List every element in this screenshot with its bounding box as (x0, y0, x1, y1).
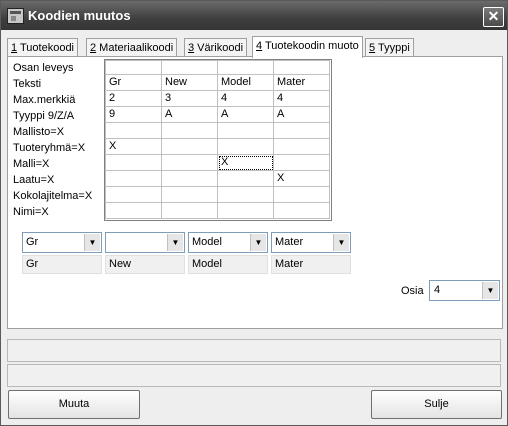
grid-cell[interactable] (105, 186, 162, 203)
grid-cell[interactable] (273, 186, 330, 203)
grid-cell[interactable] (105, 122, 162, 139)
grid-cell[interactable] (161, 202, 218, 219)
status-field-2 (7, 364, 501, 387)
field-text: Model (192, 258, 222, 270)
grid-cell-selected[interactable]: X (217, 154, 274, 171)
tab-materiaalikoodi[interactable]: 2 Materiaalikoodi (86, 38, 178, 57)
chevron-down-icon[interactable]: ▼ (250, 234, 266, 251)
sulje-button[interactable]: Sulje (371, 390, 502, 419)
muuta-button[interactable]: Muuta (8, 390, 140, 419)
tab-panel: Osan leveys Teksti Max.merkkiä Tyyppi 9/… (7, 56, 503, 329)
select-value: 4 (434, 284, 441, 296)
grid-cell[interactable] (105, 202, 162, 219)
chevron-down-icon[interactable]: ▼ (167, 234, 183, 251)
code-format-grid[interactable]: Gr New Model Mater 2 3 4 4 9 A A A X X X (104, 59, 332, 221)
grid-cell[interactable] (161, 138, 218, 155)
tab-label: Tyyppi (375, 42, 410, 54)
grid-cell[interactable] (217, 122, 274, 139)
grid-cell[interactable]: Mater (273, 74, 330, 91)
row-label: Kokolajitelma=X (13, 190, 93, 202)
grid-cell[interactable]: Gr (105, 74, 162, 91)
grid-cell[interactable] (217, 186, 274, 203)
grid-cell[interactable] (161, 122, 218, 139)
grid-cell[interactable]: 3 (161, 90, 218, 107)
part-4-label-field[interactable]: Mater (271, 255, 351, 274)
grid-cell[interactable]: 9 (105, 106, 162, 123)
tab-label: Tuotekoodin muoto (262, 40, 359, 52)
field-text: New (109, 258, 132, 270)
grid-cell[interactable] (161, 60, 218, 75)
select-value: Mater (275, 236, 304, 248)
field-text: Gr (26, 258, 39, 270)
row-label: Tuoteryhmä=X (13, 142, 86, 154)
part-3-label-field[interactable]: Model (188, 255, 268, 274)
app-icon (7, 8, 24, 24)
select-value: Model (192, 236, 222, 248)
part-2-label-field[interactable]: New (105, 255, 185, 274)
row-label: Osan leveys (13, 62, 74, 74)
grid-cell[interactable]: X (105, 138, 162, 155)
window-title: Koodien muutos (28, 8, 131, 23)
row-label: Mallisto=X (13, 126, 65, 138)
button-label: Sulje (424, 398, 449, 410)
row-label: Tyyppi 9/Z/A (13, 110, 75, 122)
osia-label: Osia (401, 285, 424, 297)
row-label: Nimi=X (13, 206, 49, 218)
status-field-1 (7, 339, 501, 362)
part-4-select[interactable]: Mater ▼ (271, 232, 351, 253)
grid-cell[interactable]: A (273, 106, 330, 123)
grid-cell[interactable]: 2 (105, 90, 162, 107)
select-value: Gr (26, 236, 39, 248)
tab-varikoodi[interactable]: 3 Värikoodi (184, 38, 248, 57)
tab-label: Värikoodi (194, 42, 244, 54)
grid-cell[interactable] (217, 202, 274, 219)
row-label: Laatu=X (13, 174, 55, 186)
grid-cell[interactable]: A (161, 106, 218, 123)
grid-cell[interactable] (105, 170, 162, 187)
tab-tuotekoodi[interactable]: 1 Tuotekoodi (7, 38, 78, 57)
tab-tuotekoodin-muoto[interactable]: 4 Tuotekoodin muoto (252, 36, 363, 58)
tab-label: Materiaalikoodi (96, 42, 174, 54)
grid-cell[interactable] (217, 138, 274, 155)
part-3-select[interactable]: Model ▼ (188, 232, 268, 253)
part-1-select[interactable]: Gr ▼ (22, 232, 102, 253)
grid-cell[interactable] (105, 154, 162, 171)
chevron-down-icon[interactable]: ▼ (482, 282, 498, 299)
grid-cell[interactable]: New (161, 74, 218, 91)
close-button[interactable]: ✕ (483, 7, 504, 27)
chevron-down-icon[interactable]: ▼ (333, 234, 349, 251)
grid-cell[interactable]: 4 (273, 90, 330, 107)
grid-cell[interactable] (217, 170, 274, 187)
chevron-down-icon[interactable]: ▼ (84, 234, 100, 251)
title-bar[interactable]: Koodien muutos ✕ (1, 1, 507, 30)
grid-cell[interactable] (161, 186, 218, 203)
grid-cell[interactable] (273, 154, 330, 171)
grid-cell[interactable]: Model (217, 74, 274, 91)
grid-cell[interactable]: 4 (217, 90, 274, 107)
grid-cell[interactable] (217, 60, 274, 75)
dialog-window: Koodien muutos ✕ 1 Tuotekoodi 2 Materiaa… (0, 0, 508, 426)
grid-cell[interactable] (273, 202, 330, 219)
grid-cell[interactable] (273, 60, 330, 75)
osia-select[interactable]: 4 ▼ (429, 280, 500, 301)
grid-cell[interactable]: X (273, 170, 330, 187)
tab-label: Tuotekoodi (17, 42, 74, 54)
field-text: Mater (275, 258, 304, 270)
part-2-select[interactable]: ▼ (105, 232, 185, 253)
grid-cell[interactable] (105, 60, 162, 75)
row-label: Max.merkkiä (13, 94, 76, 106)
part-1-label-field[interactable]: Gr (22, 255, 102, 274)
grid-cell[interactable] (161, 170, 218, 187)
button-label: Muuta (58, 398, 90, 410)
grid-cell[interactable] (273, 122, 330, 139)
tab-tyyppi[interactable]: 5 Tyyppi (365, 38, 414, 57)
grid-cell[interactable] (161, 154, 218, 171)
row-label: Malli=X (13, 158, 50, 170)
row-label: Teksti (13, 78, 42, 90)
grid-cell[interactable]: A (217, 106, 274, 123)
grid-cell[interactable] (273, 138, 330, 155)
